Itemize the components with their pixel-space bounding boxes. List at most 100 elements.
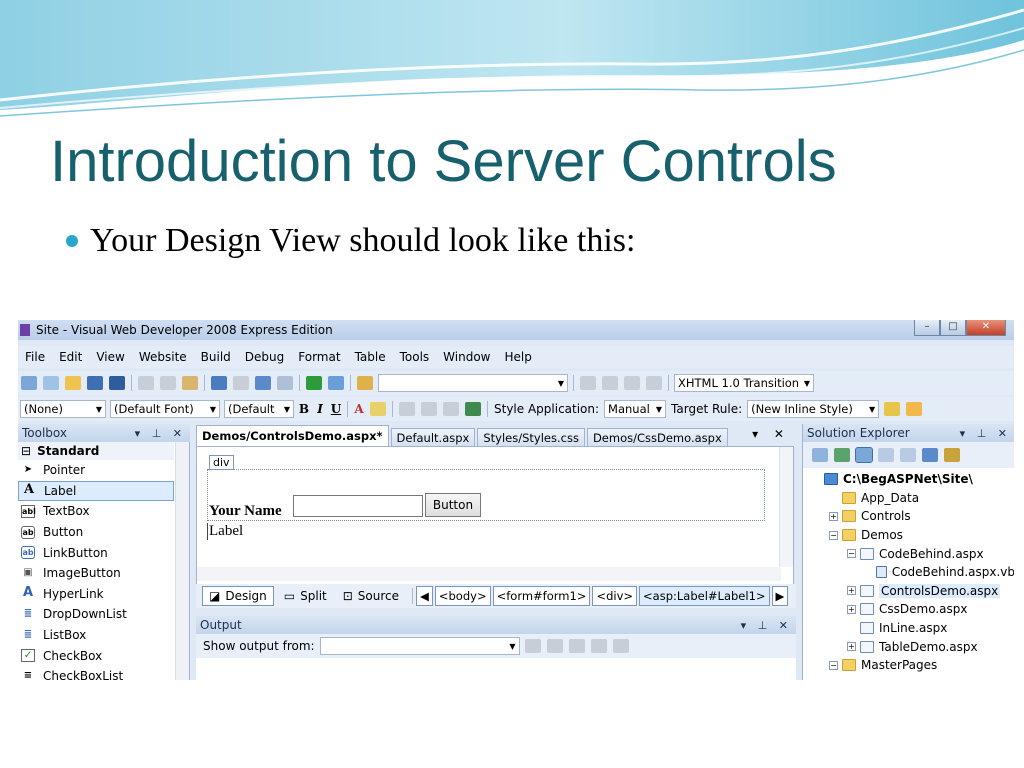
menu-view[interactable]: View — [89, 350, 131, 364]
tree-node[interactable]: + ControlsDemo.aspx — [803, 582, 1014, 601]
open-folder-icon[interactable] — [65, 376, 81, 390]
word-wrap-icon[interactable] — [612, 639, 629, 653]
nest-files-icon[interactable] — [855, 447, 873, 463]
tree-node[interactable]: App_Data — [803, 489, 1014, 508]
highlight-icon[interactable] — [370, 402, 386, 416]
menu-debug[interactable]: Debug — [238, 350, 291, 364]
copy-icon[interactable] — [160, 376, 176, 390]
toolbox-item-button[interactable]: ab Button — [18, 522, 174, 543]
view-code-icon[interactable] — [878, 448, 894, 462]
font-select[interactable]: (Default Font) ▼ — [110, 400, 220, 418]
tree-node[interactable]: + TableDemo.aspx — [803, 637, 1014, 656]
indent-icon[interactable] — [580, 376, 596, 390]
save-all-icon[interactable] — [109, 376, 125, 390]
close-icon[interactable]: ✕ — [966, 320, 1006, 336]
toolbox-item-label[interactable]: A Label — [18, 480, 174, 502]
menu-format[interactable]: Format — [291, 350, 347, 364]
tree-node[interactable]: InLine.aspx — [803, 619, 1014, 638]
breadcrumb-right-icon[interactable]: ▶ — [771, 586, 789, 606]
design-surface[interactable]: div Your Name Button Label — [196, 446, 794, 606]
find-message-icon[interactable] — [524, 639, 541, 653]
properties-icon[interactable] — [812, 448, 828, 462]
italic-icon[interactable]: I — [312, 402, 328, 416]
source-view-button[interactable]: ⊡ Source — [337, 586, 405, 606]
tab-styles-css[interactable]: Styles/Styles.css — [477, 428, 585, 446]
copy-website-icon[interactable] — [922, 448, 938, 462]
refresh-icon[interactable] — [834, 448, 850, 462]
numbering-icon[interactable] — [443, 402, 459, 416]
bullets-icon[interactable] — [421, 402, 437, 416]
tab-controlsdemo[interactable]: Demos/ControlsDemo.aspx* — [196, 425, 389, 446]
toolbox-item-listbox[interactable]: ≣ ListBox — [18, 625, 174, 646]
hyperlink-insert-icon[interactable] — [465, 402, 481, 416]
textbox-control[interactable] — [293, 495, 423, 517]
collapse-icon[interactable]: ⊟ — [21, 444, 31, 458]
toolbox-group-standard[interactable]: ⊟ Standard — [18, 442, 174, 460]
find-icon[interactable] — [277, 376, 293, 390]
editor-horizontal-scrollbar[interactable] — [197, 567, 781, 581]
collapse-icon[interactable]: − — [847, 549, 856, 559]
underline-icon[interactable]: U — [328, 402, 344, 416]
asp-config-icon[interactable] — [944, 448, 960, 462]
tree-node[interactable]: + CssDemo.aspx — [803, 600, 1014, 619]
clear-all-icon[interactable] — [590, 639, 607, 653]
tab-cssdemo[interactable]: Demos/CssDemo.aspx — [586, 428, 728, 446]
menu-help[interactable]: Help — [497, 350, 538, 364]
menu-website[interactable]: Website — [132, 350, 194, 364]
toolbox-item-checkboxlist[interactable]: ≡ CheckBoxList — [18, 666, 174, 680]
redo-icon[interactable] — [233, 376, 249, 390]
outdent-icon[interactable] — [602, 376, 618, 390]
maximize-icon[interactable]: □ — [940, 320, 966, 336]
view-in-browser-icon[interactable] — [328, 376, 344, 390]
menu-table[interactable]: Table — [348, 350, 393, 364]
uncomment-icon[interactable] — [646, 376, 662, 390]
collapse-icon[interactable]: − — [829, 530, 838, 540]
div-container[interactable] — [207, 469, 765, 521]
undo-icon[interactable] — [211, 376, 227, 390]
apply-style-icon[interactable] — [884, 402, 901, 416]
label-control[interactable]: Label — [207, 523, 243, 540]
tree-node[interactable]: − Demos — [803, 526, 1014, 545]
toolbox-item-pointer[interactable]: ➤ Pointer — [18, 460, 174, 481]
tree-node[interactable]: CodeBehind.aspx.vb — [803, 563, 1014, 582]
editor-vertical-scrollbar[interactable] — [779, 447, 793, 567]
breadcrumb-label[interactable]: <asp:Label#Label1> — [639, 586, 770, 606]
cut-icon[interactable] — [138, 376, 154, 390]
menu-tools[interactable]: Tools — [393, 350, 437, 364]
doctype-select[interactable]: XHTML 1.0 Transition ▼ — [674, 374, 814, 392]
navigate-icon[interactable] — [255, 376, 271, 390]
expand-icon[interactable]: + — [847, 586, 856, 596]
prev-message-icon[interactable] — [546, 639, 563, 653]
toolbox-item-hyperlink[interactable]: A HyperLink — [18, 584, 174, 605]
button-control[interactable]: Button — [425, 493, 481, 517]
panel-controls-icon[interactable]: ▾ ⊥ ✕ — [741, 619, 792, 632]
add-item-icon[interactable] — [43, 376, 59, 390]
tree-node[interactable]: − CodeBehind.aspx — [803, 544, 1014, 563]
collapse-icon[interactable]: − — [829, 660, 838, 670]
toolbox-item-textbox[interactable]: abl TextBox — [18, 501, 174, 522]
tab-controls-icon[interactable]: ▾ ✕ — [752, 427, 790, 441]
toolbox-item-imagebutton[interactable]: ▣ ImageButton — [18, 563, 174, 584]
view-designer-icon[interactable] — [900, 448, 916, 462]
toolbox-item-linkbutton[interactable]: ab LinkButton — [18, 542, 174, 563]
new-style-icon[interactable] — [906, 402, 923, 416]
block-format-select[interactable]: (None) ▼ — [20, 400, 106, 418]
comment-icon[interactable] — [624, 376, 640, 390]
bold-icon[interactable]: B — [296, 402, 312, 416]
breadcrumb-body[interactable]: <body> — [434, 586, 491, 606]
breadcrumb-left-icon[interactable]: ◀ — [416, 586, 433, 606]
menu-edit[interactable]: Edit — [52, 350, 89, 364]
toolbox-item-dropdownlist[interactable]: ≣ DropDownList — [18, 604, 174, 625]
menu-file[interactable]: File — [18, 350, 52, 364]
tree-node[interactable]: C:\BegASPNet\Site\ — [803, 470, 1014, 489]
style-application-select[interactable]: Manual ▼ — [604, 400, 667, 418]
design-view-button[interactable]: ◪ Design — [202, 586, 274, 606]
tab-default[interactable]: Default.aspx — [390, 428, 476, 446]
font-color-icon[interactable]: A — [351, 402, 367, 416]
find-combo[interactable]: ▼ — [378, 374, 568, 392]
toolbox-item-checkbox[interactable]: ✓ CheckBox — [18, 645, 174, 666]
next-message-icon[interactable] — [568, 639, 585, 653]
align-icon[interactable] — [399, 402, 415, 416]
toolbox-scrollbar[interactable] — [175, 442, 189, 680]
paste-icon[interactable] — [182, 376, 198, 390]
